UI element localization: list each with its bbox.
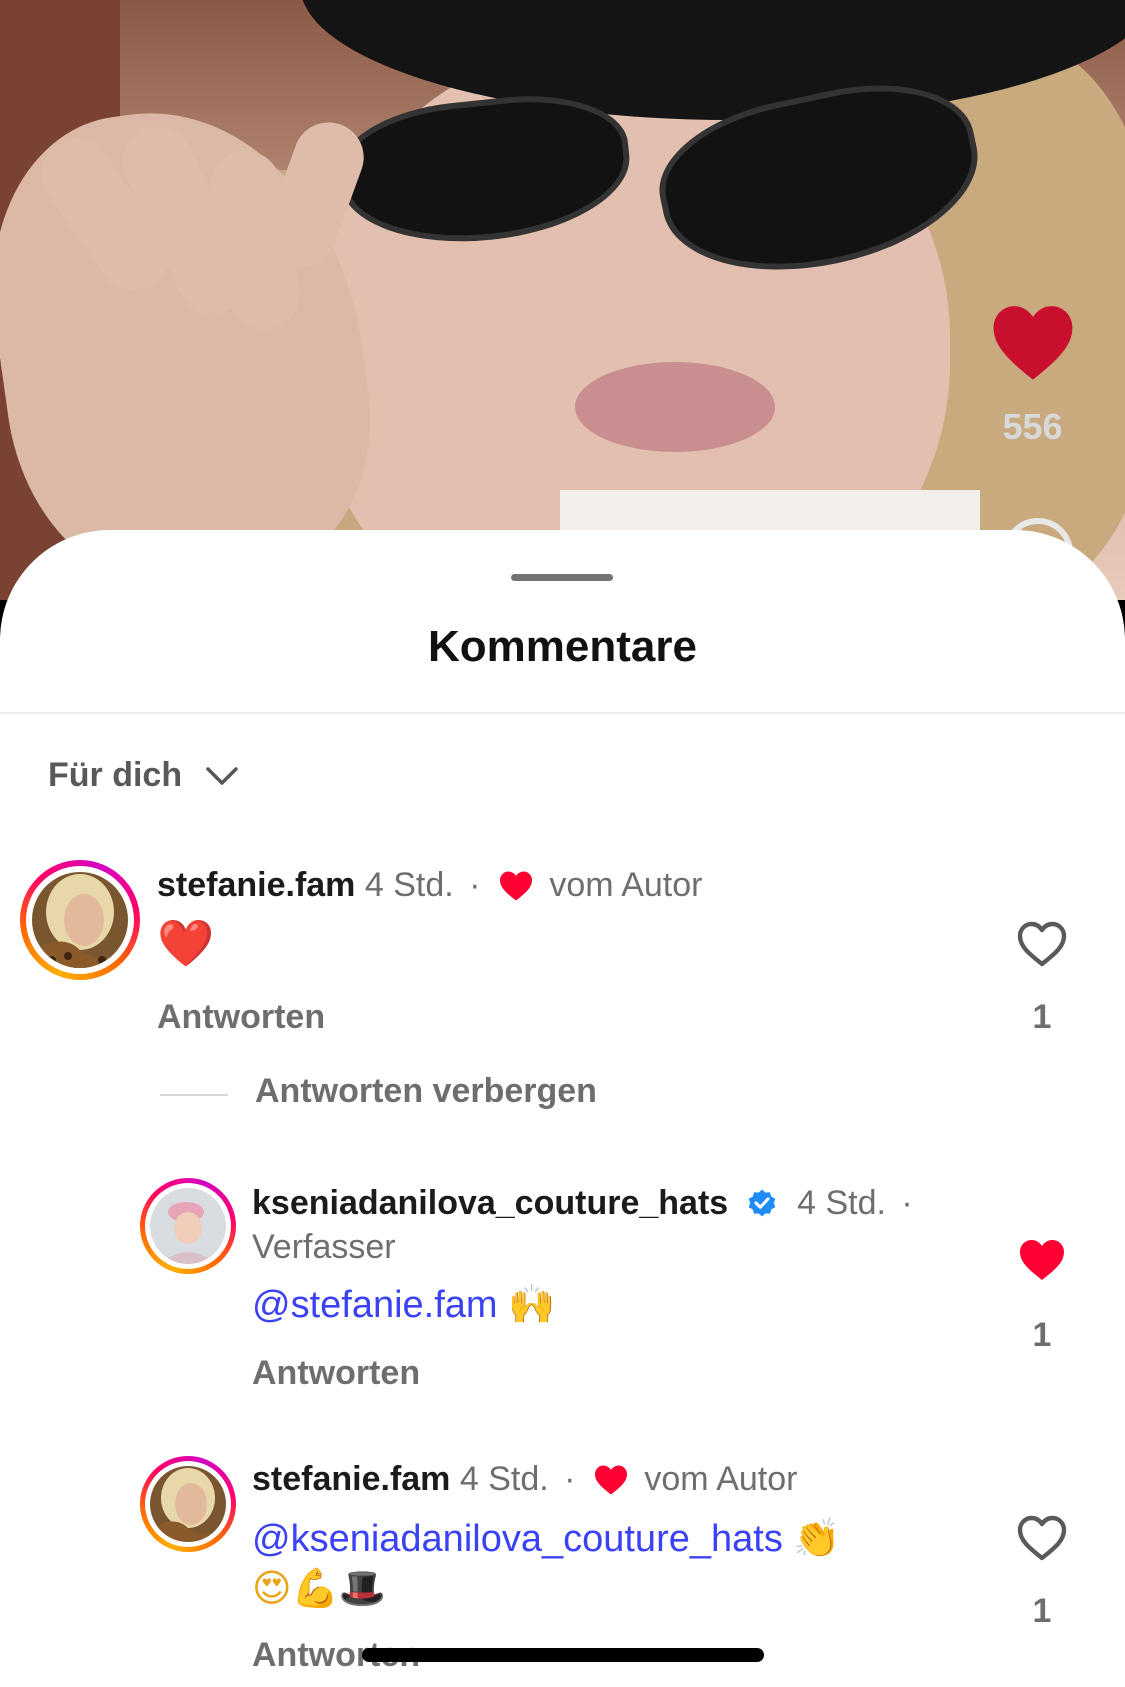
mention-link[interactable]: @stefanie.fam xyxy=(252,1284,498,1326)
reply-emoji: 👏 xyxy=(793,1516,841,1560)
replies-divider-line xyxy=(160,1094,228,1096)
video-like-heart-icon[interactable] xyxy=(990,302,1076,382)
sort-filter-label: Für dich xyxy=(48,756,183,794)
reply-time: 4 Std. xyxy=(797,1184,886,1222)
author-like-badge: vom Autor xyxy=(644,1460,798,1498)
chevron-down-icon xyxy=(206,766,238,785)
reply-time: 4 Std. xyxy=(459,1460,549,1498)
comment-username[interactable]: stefanie.fam xyxy=(157,866,355,904)
hide-replies-button[interactable]: Antworten verbergen xyxy=(255,1072,597,1111)
author-liked-heart-icon xyxy=(499,871,532,901)
reply-text: @stefanie.fam 🙌 xyxy=(252,1276,555,1333)
like-heart-outline-icon[interactable] xyxy=(1016,920,1068,968)
sheet-grabber-handle[interactable] xyxy=(511,574,613,581)
like-heart-outline-icon[interactable] xyxy=(1016,1514,1068,1562)
reply-like-count: 1 xyxy=(1032,1592,1052,1630)
comment-like-count: 1 xyxy=(1032,998,1052,1036)
comment-meta: stefanie.fam 4 Std. · vom Autor xyxy=(157,866,702,905)
reply-username[interactable]: kseniadanilova_couture_hats xyxy=(252,1184,728,1222)
comment-text: ❤️ xyxy=(157,916,215,970)
comment-time: 4 Std. xyxy=(364,866,454,904)
sort-filter-dropdown[interactable]: Für dich xyxy=(48,756,240,795)
video-lips xyxy=(575,362,775,452)
avatar-story-ring[interactable] xyxy=(140,1456,236,1552)
reply-text-line1: @kseniadanilova_couture_hats 👏 xyxy=(252,1510,841,1567)
verified-badge-icon xyxy=(748,1189,775,1217)
reply-username[interactable]: stefanie.fam xyxy=(252,1460,450,1498)
avatar xyxy=(150,1466,226,1542)
like-heart-filled-icon[interactable] xyxy=(1016,1236,1068,1284)
author-liked-heart-icon xyxy=(594,1465,627,1495)
avatar xyxy=(150,1188,226,1264)
reply-meta: stefanie.fam 4 Std. · vom Autor xyxy=(252,1460,797,1499)
mention-link[interactable]: @kseniadanilova_couture_hats xyxy=(252,1518,783,1560)
sheet-title: Kommentare xyxy=(428,622,697,671)
reply-emoji: 🙌 xyxy=(508,1282,556,1326)
reply-button[interactable]: Antworten xyxy=(252,1354,420,1393)
meta-separator: · xyxy=(901,1184,913,1222)
video-like-count: 556 xyxy=(1002,406,1063,447)
meta-separator: · xyxy=(564,1460,576,1498)
reply-role-label: Verfasser xyxy=(252,1228,396,1266)
reply-text-line2: 😍💪🎩 xyxy=(252,1566,387,1610)
reply-button[interactable]: Antworten xyxy=(157,998,325,1037)
avatar xyxy=(32,872,128,968)
video-player[interactable] xyxy=(0,0,1125,600)
avatar-story-ring[interactable] xyxy=(20,860,140,980)
home-indicator-bar[interactable] xyxy=(362,1648,764,1662)
reply-meta: kseniadanilova_couture_hats 4 Std. · xyxy=(252,1184,919,1223)
avatar-story-ring[interactable] xyxy=(140,1178,236,1274)
meta-separator: · xyxy=(469,866,481,904)
header-divider xyxy=(0,712,1125,714)
reply-like-count: 1 xyxy=(1032,1316,1052,1354)
author-like-badge: vom Autor xyxy=(549,866,703,904)
